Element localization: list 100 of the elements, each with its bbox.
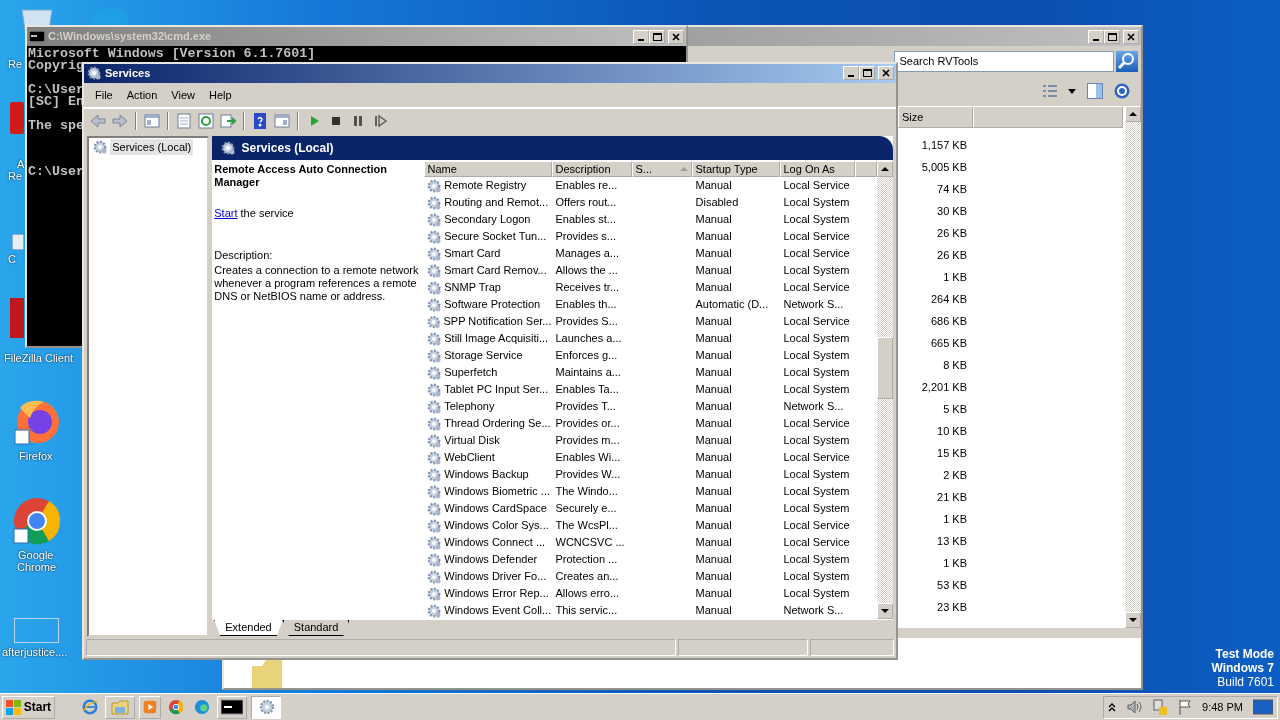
- table-cell-text: Local System: [783, 433, 850, 449]
- table-cell-text: Local System: [783, 195, 850, 211]
- table-cell-text: Manual: [695, 314, 732, 330]
- speaker-icon[interactable]: [1126, 699, 1143, 715]
- chrome-icon[interactable]: [13, 497, 61, 545]
- service-icon: [425, 330, 442, 347]
- preview-pane-icon[interactable]: [1087, 83, 1103, 99]
- column-header[interactable]: Size: [898, 106, 973, 128]
- column-header[interactable]: S...: [631, 161, 692, 178]
- service-icon: [425, 347, 442, 364]
- table-cell-text: Local System: [783, 467, 850, 483]
- scroll-down-button[interactable]: [1125, 612, 1141, 628]
- maximize-button[interactable]: [1104, 29, 1121, 44]
- scroll-up-button[interactable]: [1125, 106, 1141, 122]
- start-link[interactable]: Start: [214, 206, 238, 219]
- table-cell-text: Provides or...: [555, 416, 620, 432]
- close-button[interactable]: [878, 66, 894, 81]
- minimize-button[interactable]: [1088, 29, 1105, 44]
- close-button[interactable]: [1123, 29, 1139, 44]
- menu-item[interactable]: Action: [119, 84, 165, 106]
- link-text: the service: [239, 206, 294, 219]
- properties-button[interactable]: [174, 111, 194, 132]
- maximize-button[interactable]: [649, 29, 666, 44]
- table-cell-text: WebClient: [444, 450, 495, 466]
- console-line: C:\User: [28, 166, 84, 178]
- show-desktop-icon[interactable]: [1253, 699, 1273, 715]
- icon-label: Google: [18, 549, 54, 562]
- table-cell-text: Windows Event Coll...: [444, 603, 552, 619]
- column-header[interactable]: Startup Type: [691, 161, 780, 178]
- table-cell-text: Manages a...: [555, 246, 620, 262]
- service-icon: [425, 551, 442, 568]
- scroll-down-button[interactable]: [877, 603, 894, 620]
- chevron-up-icon[interactable]: [1108, 702, 1117, 712]
- table-cell-text: Provides m...: [555, 433, 620, 449]
- table-cell-text: Smart Card Remov...: [444, 263, 547, 279]
- description-text: Creates a connection to a remote network whenever a program references a remote DNS or NetBIOS name or address.: [214, 263, 420, 303]
- column-header[interactable]: Log On As: [779, 161, 855, 178]
- table-cell-text: Securely e...: [555, 501, 617, 517]
- caret-icon[interactable]: [1068, 88, 1076, 94]
- help-icon[interactable]: [1114, 83, 1130, 99]
- close-button[interactable]: [668, 29, 684, 44]
- network-icon[interactable]: [1152, 699, 1169, 715]
- table-cell-text: Storage Service: [444, 348, 523, 364]
- table-cell-text: Smart Card: [444, 246, 501, 262]
- table-cell-text: Tablet PC Input Ser...: [444, 382, 549, 398]
- minimize-icon: [1093, 38, 1100, 41]
- clock[interactable]: 9:48 PM: [1202, 698, 1243, 716]
- table-cell-text: Thread Ordering Se...: [444, 416, 551, 432]
- search-button[interactable]: [1116, 50, 1139, 72]
- icon-label: Chrome: [17, 561, 57, 574]
- down-arrow-icon: [881, 609, 890, 614]
- flag-icon[interactable]: [1178, 699, 1193, 715]
- view-list-icon[interactable]: [1043, 84, 1057, 98]
- table-cell-text: Local Service: [783, 518, 850, 534]
- minimize-button[interactable]: [843, 66, 860, 81]
- table-cell-text: Receives tr...: [555, 280, 620, 296]
- media-taskbar-button[interactable]: [139, 695, 162, 719]
- table-cell-text: 1 KB: [943, 555, 968, 571]
- table-cell-text: Allows erro...: [555, 586, 620, 602]
- table-cell-text: Manual: [695, 246, 732, 262]
- chrome-icon: [168, 698, 185, 716]
- tree-item[interactable]: Services (Local): [110, 138, 194, 156]
- column-header[interactable]: Description: [551, 161, 632, 178]
- folder-taskbar-button[interactable]: [105, 695, 136, 719]
- table-cell-text: 13 KB: [937, 533, 968, 549]
- search-field[interactable]: Search RVTools: [893, 50, 1114, 72]
- tab[interactable]: Standard: [282, 620, 350, 636]
- tab[interactable]: Extended: [214, 620, 283, 636]
- service-icon: [425, 364, 442, 381]
- scroll-up-button[interactable]: [877, 161, 894, 178]
- table-cell-text: Offers rout...: [555, 195, 617, 211]
- table-cell-text: Local System: [783, 501, 850, 517]
- minimize-icon: [638, 38, 645, 41]
- close-icon: [1127, 32, 1135, 41]
- menu-item[interactable]: File: [88, 84, 120, 106]
- scroll-thumb[interactable]: [877, 337, 894, 400]
- table-cell-text: 2 KB: [943, 467, 968, 483]
- console-line: Copyrig: [28, 60, 84, 72]
- table-cell-text: Enables th...: [555, 297, 617, 313]
- service-icon: [425, 585, 442, 602]
- cmd-taskbar-button[interactable]: [217, 695, 248, 719]
- menu-item[interactable]: Help: [201, 84, 239, 106]
- firefox-icon[interactable]: [14, 398, 62, 446]
- maximize-button[interactable]: [859, 66, 876, 81]
- table-cell-text: Manual: [695, 348, 732, 364]
- notice-text: Build 7601: [1216, 675, 1274, 689]
- service-icon: [425, 194, 442, 211]
- table-cell-text: Manual: [695, 569, 732, 585]
- refresh-button[interactable]: [196, 111, 216, 132]
- edge-icon: [194, 698, 211, 716]
- table-cell-text: Windows Defender: [444, 552, 538, 568]
- service-icon: [425, 177, 442, 194]
- app-icon[interactable]: [90, 6, 130, 26]
- table-cell-text: Secure Socket Tun...: [444, 229, 547, 245]
- menu-item[interactable]: View: [164, 84, 202, 106]
- start-button[interactable]: Start: [2, 695, 56, 719]
- minimize-button[interactable]: [633, 29, 650, 44]
- gear-icon: [219, 140, 236, 157]
- column-header[interactable]: Name: [423, 161, 552, 178]
- icon-label: afterjustice....: [2, 646, 68, 659]
